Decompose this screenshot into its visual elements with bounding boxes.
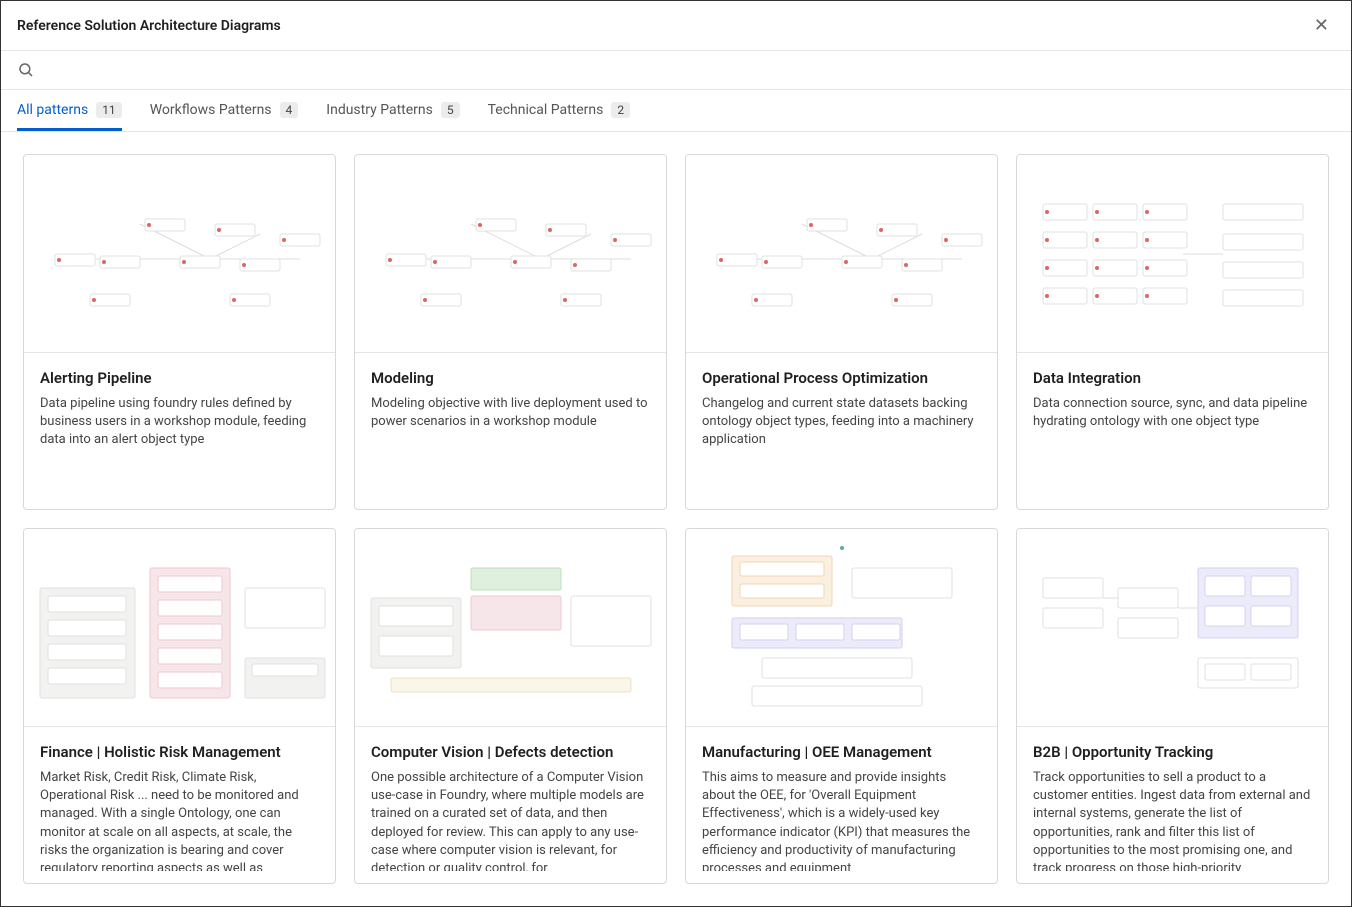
tab-label: Workflows Patterns xyxy=(150,102,272,118)
pattern-card[interactable]: B2B | Opportunity Tracking Track opportun… xyxy=(1016,528,1329,884)
card-body: Data Integration Data connection source, … xyxy=(1017,353,1328,509)
search-icon xyxy=(17,61,35,79)
tabs: All patterns 11 Workflows Patterns 4 Industr… xyxy=(1,90,1351,132)
card-description: This aims to measure and provide insight… xyxy=(702,769,981,871)
card-description: Changelog and current state datasets bac… xyxy=(702,395,981,497)
card-body: Operational Process Optimization Changelo… xyxy=(686,353,997,509)
tab-all-patterns[interactable]: All patterns 11 xyxy=(17,90,122,131)
tab-label: Technical Patterns xyxy=(488,102,604,118)
pattern-card[interactable]: Data Integration Data connection source, … xyxy=(1016,154,1329,510)
card-thumbnail xyxy=(1017,155,1328,353)
card-body: Computer Vision | Defects detection One p… xyxy=(355,727,666,883)
tab-count: 2 xyxy=(611,102,630,118)
card-body: Modeling Modeling objective with live dep… xyxy=(355,353,666,509)
card-body: Manufacturing | OEE Management This aims … xyxy=(686,727,997,883)
card-title: Modeling xyxy=(371,369,650,387)
pattern-card[interactable]: Finance | Holistic Risk Management Market… xyxy=(23,528,336,884)
card-thumbnail xyxy=(24,529,335,727)
card-description: Data pipeline using foundry rules define… xyxy=(40,395,319,497)
pattern-card[interactable]: Operational Process Optimization Changelo… xyxy=(685,154,998,510)
card-title: B2B | Opportunity Tracking xyxy=(1033,743,1312,761)
dialog-title: Reference Solution Architecture Diagrams xyxy=(17,18,281,34)
card-title: Finance | Holistic Risk Management xyxy=(40,743,319,761)
pattern-card[interactable]: Alerting Pipeline Data pipeline using fou… xyxy=(23,154,336,510)
tab-label: All patterns xyxy=(17,102,88,118)
search-bar[interactable] xyxy=(1,51,1351,90)
tab-technical-patterns[interactable]: Technical Patterns 2 xyxy=(488,90,631,131)
content-area[interactable]: Alerting Pipeline Data pipeline using fou… xyxy=(1,132,1351,906)
tab-label: Industry Patterns xyxy=(326,102,433,118)
tab-count: 11 xyxy=(96,102,122,118)
tab-workflows-patterns[interactable]: Workflows Patterns 4 xyxy=(150,90,299,131)
card-description: Data connection source, sync, and data p… xyxy=(1033,395,1312,497)
card-thumbnail xyxy=(24,155,335,353)
card-body: B2B | Opportunity Tracking Track opportun… xyxy=(1017,727,1328,883)
card-description: Modeling objective with live deployment … xyxy=(371,395,650,497)
pattern-card[interactable]: Manufacturing | OEE Management This aims … xyxy=(685,528,998,884)
dialog-header: Reference Solution Architecture Diagrams… xyxy=(1,1,1351,51)
card-body: Alerting Pipeline Data pipeline using fou… xyxy=(24,353,335,509)
card-description: One possible architecture of a Computer … xyxy=(371,769,650,871)
card-thumbnail xyxy=(355,529,666,727)
card-body: Finance | Holistic Risk Management Market… xyxy=(24,727,335,883)
card-title: Manufacturing | OEE Management xyxy=(702,743,981,761)
card-thumbnail xyxy=(355,155,666,353)
card-thumbnail xyxy=(686,155,997,353)
tab-count: 4 xyxy=(280,102,299,118)
cards-grid: Alerting Pipeline Data pipeline using fou… xyxy=(23,154,1329,884)
close-icon: ✕ xyxy=(1314,15,1329,35)
tab-industry-patterns[interactable]: Industry Patterns 5 xyxy=(326,90,459,131)
dialog: Reference Solution Architecture Diagrams… xyxy=(1,1,1351,906)
pattern-card[interactable]: Computer Vision | Defects detection One p… xyxy=(354,528,667,884)
tab-count: 5 xyxy=(441,102,460,118)
pattern-card[interactable]: Modeling Modeling objective with live dep… xyxy=(354,154,667,510)
close-button[interactable]: ✕ xyxy=(1308,13,1335,38)
card-title: Operational Process Optimization xyxy=(702,369,981,387)
card-description: Track opportunities to sell a product to… xyxy=(1033,769,1312,871)
card-title: Data Integration xyxy=(1033,369,1312,387)
card-title: Alerting Pipeline xyxy=(40,369,319,387)
card-thumbnail xyxy=(686,529,997,727)
card-description: Market Risk, Credit Risk, Climate Risk, … xyxy=(40,769,319,871)
card-thumbnail xyxy=(1017,529,1328,727)
card-title: Computer Vision | Defects detection xyxy=(371,743,650,761)
